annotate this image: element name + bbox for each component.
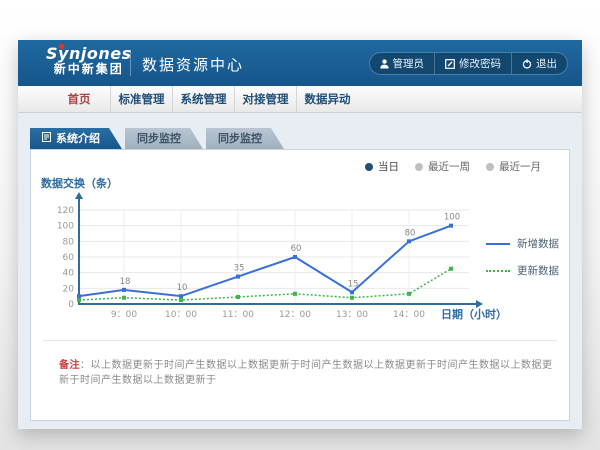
series-更新数据 [77,267,453,302]
user-icon [380,59,389,69]
chart-panel: 当日 最近一周 最近一月 数据交换（条） 0 20 40 60 80 100 120 9：00… [30,149,570,421]
radio-today[interactable]: 当日 [365,159,399,174]
page-title: 数据资源中心 [142,54,244,75]
line-chart: 0 20 40 60 80 100 120 9：00 10：00 11：00 12：00 13：00 1… [39,192,539,327]
logo: Synjones 新中新集团 [46,46,132,75]
svg-text:14：00: 14：00 [393,310,425,320]
svg-text:80: 80 [405,228,416,238]
logo-text-en: Synjones [46,46,132,63]
radio-label: 最近一月 [499,159,541,174]
svg-text:35: 35 [234,264,245,274]
document-icon [42,128,51,149]
logo-text-cn: 新中新集团 [46,63,132,76]
chart-legend: 新增数据 更新数据 [486,236,559,290]
radio-last-month[interactable]: 最近一月 [486,159,541,174]
content-area: 系统介绍 同步监控 同步监控 当日 最近一周 [18,114,582,429]
svg-text:10：00: 10：00 [165,310,197,320]
y-axis-title: 数据交换（条） [41,175,118,191]
note-divider [43,340,557,341]
dotted-line-swatch [486,270,510,272]
range-filter: 当日 最近一周 最近一月 [365,159,541,174]
edit-icon [445,59,455,69]
svg-text:15: 15 [348,279,359,289]
radio-dot [365,163,373,171]
tab-sync-monitor-2[interactable]: 同步监控 [206,128,284,149]
svg-text:80: 80 [63,237,75,247]
svg-text:11：00: 11：00 [222,310,254,320]
nav-item-data-change[interactable]: 数据异动 [296,86,358,112]
radio-dot [415,163,423,171]
legend-entry-new-data[interactable]: 新增数据 [486,236,559,251]
tab-sync-monitor-1[interactable]: 同步监控 [125,128,203,149]
solid-line-swatch [486,243,510,245]
app-window: Synjones 新中新集团 数据资源中心 管理员 修改密码 [18,40,582,429]
nav-item-system-mgmt[interactable]: 系统管理 [172,86,234,112]
svg-text:100: 100 [444,213,460,223]
svg-text:20: 20 [63,284,75,294]
legend-entry-update-data[interactable]: 更新数据 [486,263,559,278]
svg-text:60: 60 [291,244,302,254]
svg-text:10: 10 [177,283,188,293]
svg-text:9：00: 9：00 [111,310,137,320]
header-bar: Synjones 新中新集团 数据资源中心 管理员 修改密码 [18,40,582,86]
logout-label: 退出 [536,56,557,71]
user-button[interactable]: 管理员 [370,53,435,74]
tab-label: 同步监控 [137,128,181,149]
tab-bar: 系统介绍 同步监控 同步监控 [30,128,287,149]
svg-text:13：00: 13：00 [336,310,368,320]
svg-text:12：00: 12：00 [279,310,311,320]
svg-text:18: 18 [120,277,131,287]
logo-divider [130,50,131,76]
footnote-text: ：以上数据更新于时间产生数据以上数据更新于时间产生数据以上数据更新于时间产生数据… [59,360,553,386]
nav-item-standard-mgmt[interactable]: 标准管理 [110,86,172,112]
svg-text:100: 100 [57,222,74,232]
change-password-button[interactable]: 修改密码 [434,53,511,74]
svg-text:60: 60 [63,253,75,263]
user-toolbar: 管理员 修改密码 退出 [369,52,569,75]
svg-text:0: 0 [68,300,74,310]
radio-last-week[interactable]: 最近一周 [415,159,470,174]
legend-label: 更新数据 [517,263,559,278]
svg-text:日期（小时）: 日期（小时） [441,307,507,321]
change-password-label: 修改密码 [459,56,501,71]
logout-button[interactable]: 退出 [511,53,567,74]
user-button-label: 管理员 [393,56,425,71]
nav-item-home[interactable]: 首页 [48,86,110,112]
power-icon [522,59,532,69]
main-nav: 首页 标准管理 系统管理 对接管理 数据异动 [18,86,582,113]
nav-item-interface-mgmt[interactable]: 对接管理 [234,86,296,112]
footnote-label: 备注 [59,360,80,371]
radio-dot [486,163,494,171]
tab-system-intro[interactable]: 系统介绍 [30,128,122,149]
legend-label: 新增数据 [517,236,559,251]
radio-label: 当日 [378,159,399,174]
tab-label: 系统介绍 [56,128,100,149]
svg-text:120: 120 [57,206,74,216]
tab-label: 同步监控 [218,128,262,149]
footnote: 备注：以上数据更新于时间产生数据以上数据更新于时间产生数据以上数据更新于时间产生… [59,356,555,386]
radio-label: 最近一周 [428,159,470,174]
svg-text:40: 40 [63,269,75,279]
